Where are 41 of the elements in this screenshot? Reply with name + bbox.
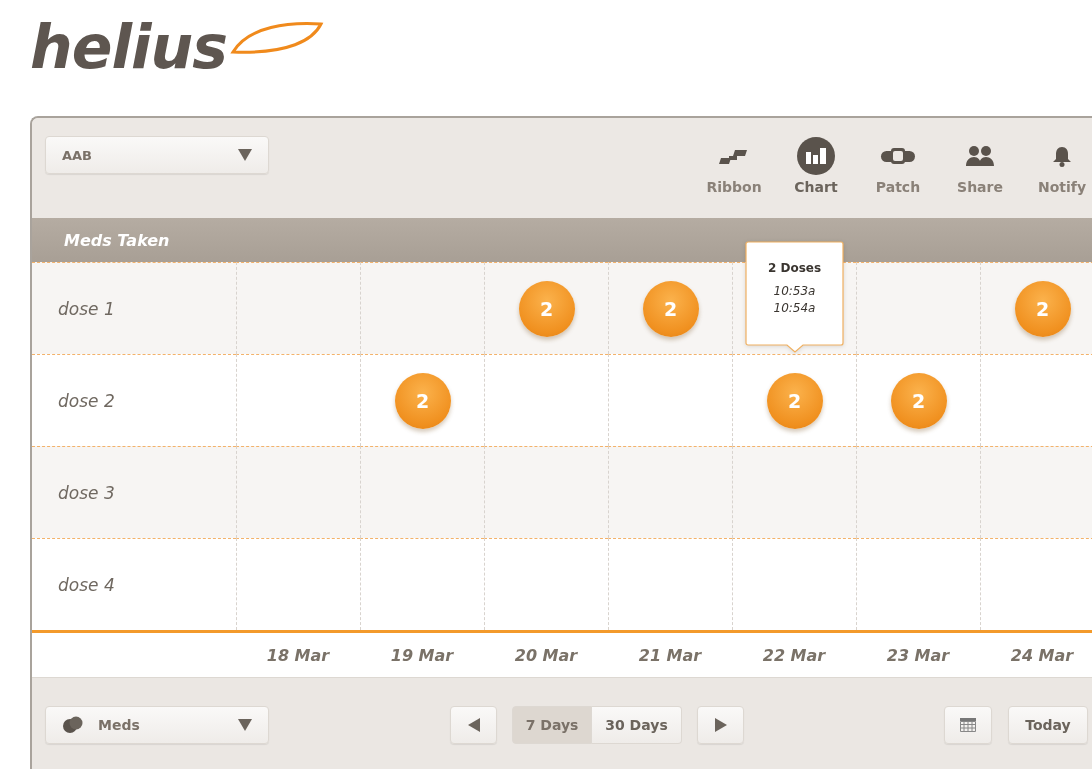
row-label: dose 3 (32, 446, 236, 538)
right-arrow-icon (714, 717, 727, 732)
view-tab[interactable]: Chart (775, 136, 857, 195)
tooltip-title: 2 Doses (767, 261, 822, 275)
device-dropdown[interactable]: AAB (45, 136, 269, 174)
view-tab[interactable]: Notify (1021, 136, 1092, 195)
left-arrow-icon (467, 717, 480, 732)
calendar-icon (960, 717, 976, 732)
today-button[interactable]: Today (1008, 705, 1088, 744)
range-tab[interactable]: 7 Days (512, 705, 592, 744)
previous-button[interactable] (450, 705, 497, 744)
dose-marker[interactable]: 2 (518, 280, 575, 337)
dose-marker[interactable]: 2 (1014, 280, 1071, 337)
date-label: 21 Mar (637, 644, 703, 667)
dose-marker[interactable]: 2 (642, 280, 699, 337)
meds-dropdown[interactable]: Meds (45, 705, 269, 744)
dose-time: 10:54a (773, 300, 816, 317)
dose-time: 10:53a (773, 283, 816, 300)
date-label: 23 Mar (885, 644, 951, 667)
date-label: 22 Mar (761, 644, 827, 667)
pills-icon (62, 715, 84, 734)
next-button[interactable] (697, 705, 744, 744)
row-label: dose 1 (32, 262, 236, 354)
date-label: 24 Mar (1009, 644, 1075, 667)
caret-icon (238, 718, 252, 731)
view-tab[interactable]: Share (939, 136, 1021, 195)
calendar-button[interactable] (944, 705, 992, 744)
dose-marker[interactable]: 2 (766, 372, 823, 429)
view-tab[interactable]: Ribbon (693, 136, 775, 195)
date-label: 18 Mar (265, 644, 331, 667)
range-tab[interactable]: 30 Days (592, 705, 682, 744)
caret-icon (238, 149, 252, 161)
leaf-icon (228, 20, 325, 56)
view-tab[interactable]: Patch (857, 136, 939, 195)
logo-text: helius (30, 14, 227, 80)
dose-marker[interactable]: 2 (394, 372, 451, 429)
date-label: 19 Mar (389, 644, 455, 667)
section-title: Meds Taken (64, 230, 170, 250)
dose-marker[interactable]: 2 (890, 372, 947, 429)
date-label: 20 Mar (513, 644, 579, 667)
bar-chart-icon (796, 136, 836, 176)
